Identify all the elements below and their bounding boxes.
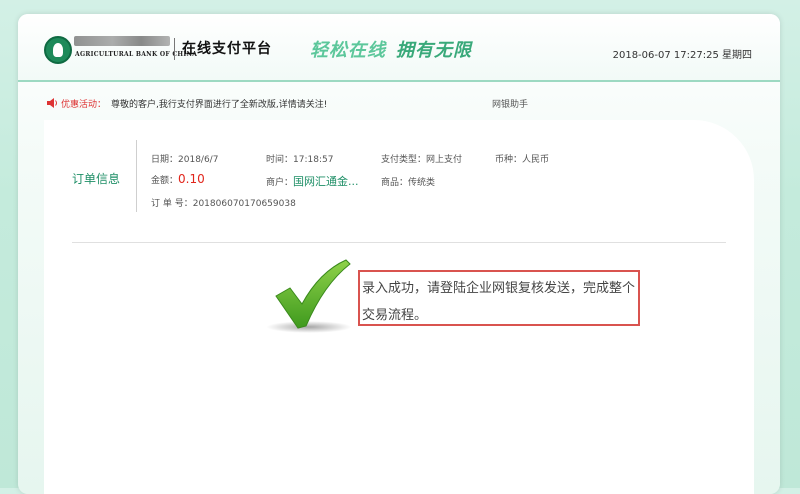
success-message: 录入成功，请登陆企业网银复核发送，完成整个交易流程。 <box>358 270 640 326</box>
orderno-label: 订 单 号： <box>151 199 193 209</box>
merchant-value: 国网汇通金... <box>293 175 359 188</box>
speaker-icon <box>47 98 57 108</box>
time-label: 时间： <box>266 155 294 165</box>
abc-logo-icon <box>44 36 72 64</box>
bank-logo-text <box>74 36 170 46</box>
order-merchant: 商户：国网汇通金... <box>266 173 359 189</box>
order-info-title: 订单信息 <box>72 172 121 186</box>
help-link[interactable]: 网银助手 <box>492 97 528 110</box>
date-value: 2018/6/7 <box>178 155 219 165</box>
platform-name: 在线支付平台 <box>182 41 272 57</box>
order-date: 日期：2018/6/7 <box>151 152 218 165</box>
currency-label: 币种： <box>495 155 523 165</box>
currency-value: 人民币 <box>522 155 550 165</box>
checkmark-icon <box>275 259 351 329</box>
order-divider <box>136 140 137 212</box>
order-currency: 币种：人民币 <box>495 152 549 165</box>
paytype-value: 网上支付 <box>426 155 463 165</box>
date-label: 日期： <box>151 155 179 165</box>
product-value: 传统类 <box>408 178 436 188</box>
merchant-label: 商户： <box>266 178 294 188</box>
order-paytype: 支付类型：网上支付 <box>381 152 462 165</box>
time-value: 17:18:57 <box>293 155 334 165</box>
promo-text[interactable]: 尊敬的客户,我行支付界面进行了全新改版,详情请关注! <box>111 97 327 110</box>
slogan: 轻松在线 拥有无限 <box>310 36 472 62</box>
orderno-value: 201806070170659038 <box>192 199 296 209</box>
product-label: 商品： <box>381 178 409 188</box>
page-frame: AGRICULTURAL BANK OF CHINA 在线支付平台 轻松在线 拥有… <box>18 14 780 494</box>
slogan-part2: 拥有无限 <box>396 40 472 61</box>
paytype-label: 支付类型： <box>381 155 427 165</box>
logo-divider <box>174 38 175 60</box>
slogan-part1: 轻松在线 <box>310 40 386 61</box>
header-datetime: 2018-06-07 17:27:25 星期四 <box>612 50 752 61</box>
order-amount: 金额：0.10 <box>151 172 205 186</box>
order-time: 时间：17:18:57 <box>266 152 333 165</box>
header: AGRICULTURAL BANK OF CHINA 在线支付平台 轻松在线 拥有… <box>18 14 780 82</box>
order-product: 商品：传统类 <box>381 175 435 188</box>
section-divider <box>72 242 726 243</box>
amount-label: 金额： <box>151 176 179 186</box>
order-card: 订单信息 日期：2018/6/7 时间：17:18:57 支付类型：网上支付 币… <box>44 120 754 494</box>
amount-value: 0.10 <box>178 172 205 186</box>
bank-name-en: AGRICULTURAL BANK OF CHINA <box>75 51 198 58</box>
promo-label: 优惠活动： <box>61 100 107 110</box>
order-number: 订 单 号：201806070170659038 <box>151 196 296 209</box>
